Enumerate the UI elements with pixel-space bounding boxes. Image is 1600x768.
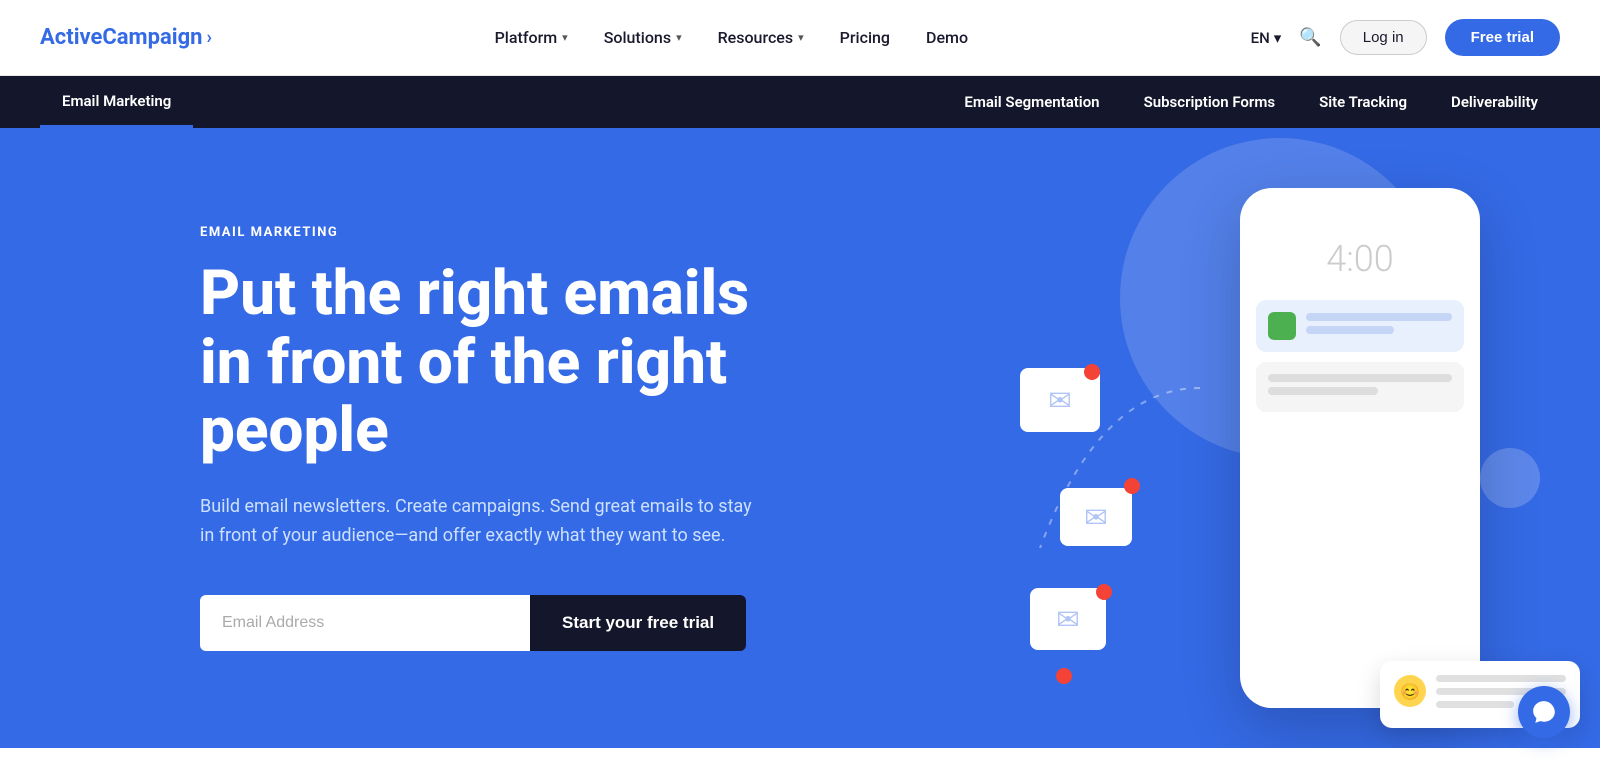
brand-name: ActiveCampaign	[40, 25, 203, 50]
nav-links: Platform ▾ Solutions ▾ Resources ▾ Prici…	[495, 28, 968, 47]
chevron-down-icon: ▾	[676, 31, 682, 44]
hero-title: Put the right emails in front of the rig…	[200, 260, 800, 465]
hero-form: Start your free trial	[200, 595, 800, 651]
subnav-deliverability[interactable]: Deliverability	[1429, 76, 1560, 128]
language-selector[interactable]: EN ▾	[1251, 29, 1282, 47]
phone-mockup: 4:00	[1240, 188, 1480, 708]
nav-pricing[interactable]: Pricing	[840, 28, 890, 47]
hero-illustration: 4:00	[1000, 168, 1600, 748]
avatar: 😊	[1394, 675, 1426, 707]
nav-resources[interactable]: Resources ▾	[718, 28, 804, 47]
subnav-email-marketing[interactable]: Email Marketing	[40, 76, 193, 128]
hero-section: EMAIL MARKETING Put the right emails in …	[0, 128, 1600, 748]
nav-solutions[interactable]: Solutions ▾	[604, 28, 682, 47]
subnav-subscription-forms[interactable]: Subscription Forms	[1122, 76, 1297, 128]
navbar: ActiveCampaign› Platform ▾ Solutions ▾ R…	[0, 0, 1600, 76]
dotted-arc	[1020, 368, 1220, 568]
login-button[interactable]: Log in	[1340, 20, 1427, 55]
search-icon[interactable]: 🔍	[1299, 27, 1321, 48]
start-trial-button[interactable]: Start your free trial	[530, 595, 746, 651]
subnav-site-tracking[interactable]: Site Tracking	[1297, 76, 1429, 128]
brand-arrow: ›	[207, 27, 212, 48]
chevron-down-icon: ▾	[798, 31, 804, 44]
phone-card-1	[1256, 300, 1464, 352]
hero-description: Build email newsletters. Create campaign…	[200, 493, 760, 551]
hero-content: EMAIL MARKETING Put the right emails in …	[200, 225, 800, 650]
notification-dot-3	[1096, 584, 1112, 600]
phone-card-icon	[1268, 312, 1296, 340]
chevron-down-icon: ▾	[562, 31, 568, 44]
chevron-down-icon: ▾	[1274, 29, 1282, 47]
phone-time: 4:00	[1256, 238, 1464, 280]
nav-platform[interactable]: Platform ▾	[495, 28, 568, 47]
brand-logo[interactable]: ActiveCampaign›	[40, 25, 212, 50]
hero-label: EMAIL MARKETING	[200, 225, 800, 240]
bg-circle-small	[1480, 448, 1540, 508]
subnav: Email Marketing Email Segmentation Subsc…	[0, 76, 1600, 128]
envelope-3	[1030, 588, 1106, 650]
chat-widget-button[interactable]	[1518, 686, 1570, 738]
subnav-email-segmentation[interactable]: Email Segmentation	[942, 76, 1121, 128]
phone-card-2	[1256, 362, 1464, 412]
free-trial-button[interactable]: Free trial	[1445, 19, 1560, 56]
chat-icon	[1531, 699, 1557, 725]
nav-right: EN ▾ 🔍 Log in Free trial	[1251, 19, 1560, 56]
notification-dot-4	[1056, 668, 1072, 684]
email-input[interactable]	[200, 595, 530, 651]
nav-demo[interactable]: Demo	[926, 28, 968, 47]
